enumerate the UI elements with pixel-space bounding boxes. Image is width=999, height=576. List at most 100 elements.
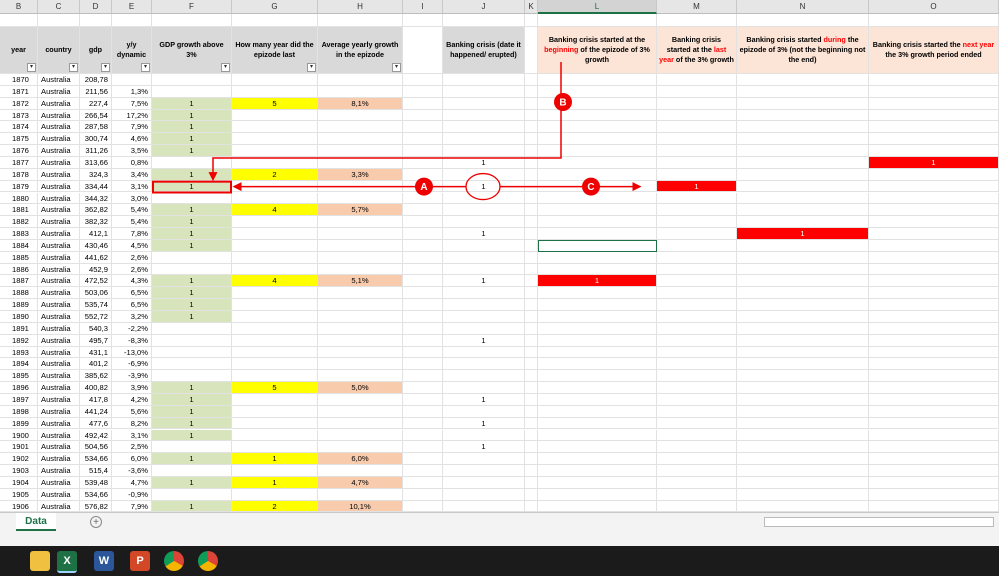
cell-g[interactable] [232, 488, 318, 501]
cell-n[interactable] [737, 192, 869, 205]
cell-l[interactable] [538, 74, 657, 86]
cell-gdp[interactable]: 552,72 [80, 311, 112, 323]
cell-blank[interactable] [403, 263, 443, 276]
cell-l[interactable] [538, 311, 657, 323]
cell-gdp[interactable]: 576,82 [80, 500, 112, 512]
cell-gdp[interactable]: 452,9 [80, 263, 112, 276]
cell-year[interactable]: 1897 [0, 393, 38, 406]
cell-year[interactable]: 1886 [0, 263, 38, 276]
cell-f[interactable] [152, 370, 232, 383]
cell-g[interactable] [232, 346, 318, 359]
cell-country[interactable]: Australia [38, 216, 80, 229]
column-header-d[interactable]: D [80, 0, 112, 14]
cell-blank[interactable] [403, 168, 443, 181]
cell-blank[interactable] [525, 27, 538, 74]
cell-o[interactable]: 1 [869, 156, 999, 169]
cell-h[interactable] [318, 346, 403, 359]
cell-h[interactable]: 5,0% [318, 382, 403, 394]
cell-h[interactable] [318, 334, 403, 347]
cell-blank[interactable] [403, 145, 443, 157]
cell-country[interactable]: Australia [38, 228, 80, 240]
cell-l[interactable] [538, 500, 657, 512]
cell-m[interactable] [657, 311, 737, 323]
cell-gdp[interactable]: 400,82 [80, 382, 112, 394]
cell-j[interactable] [443, 121, 525, 134]
cell-blank[interactable] [403, 251, 443, 264]
column-header-g[interactable]: G [232, 0, 318, 14]
cell-country[interactable]: Australia [38, 85, 80, 98]
cell-n[interactable] [737, 85, 869, 98]
cell-f[interactable] [152, 358, 232, 371]
cell-n[interactable] [737, 263, 869, 276]
cell-g[interactable] [232, 465, 318, 477]
cell-m[interactable] [657, 228, 737, 240]
cell-blank[interactable] [657, 14, 737, 27]
cell-j[interactable] [443, 405, 525, 418]
cell-blank[interactable] [38, 14, 80, 27]
cell-blank[interactable] [443, 14, 525, 27]
cell-n[interactable] [737, 145, 869, 157]
cell-h[interactable] [318, 441, 403, 454]
cell-o[interactable] [869, 382, 999, 394]
cell-o[interactable] [869, 275, 999, 288]
cell-country[interactable]: Australia [38, 476, 80, 489]
cell-g[interactable] [232, 441, 318, 454]
cell-country[interactable]: Australia [38, 133, 80, 146]
cell-yy[interactable]: 3,1% [112, 180, 152, 193]
cell-year[interactable]: 1890 [0, 311, 38, 323]
cell-year[interactable]: 1901 [0, 441, 38, 454]
cell-j[interactable]: 1 [443, 334, 525, 347]
cell-yy[interactable]: 2,6% [112, 251, 152, 264]
cell-j[interactable] [443, 109, 525, 122]
cell-m[interactable] [657, 346, 737, 359]
cell-m[interactable] [657, 465, 737, 477]
cell-o[interactable] [869, 204, 999, 217]
filter-dropdown-g[interactable]: ▾ [307, 63, 316, 72]
cell-blank[interactable] [538, 14, 657, 27]
cell-n[interactable] [737, 168, 869, 181]
cell-blank[interactable] [403, 216, 443, 229]
cell-l[interactable] [538, 287, 657, 300]
cell-h[interactable] [318, 405, 403, 418]
cell-year[interactable]: 1884 [0, 239, 38, 252]
horizontal-scrollbar[interactable] [764, 517, 994, 527]
cell-blank[interactable] [525, 370, 538, 383]
cell-f[interactable]: 1 [152, 216, 232, 229]
cell-gdp[interactable]: 287,58 [80, 121, 112, 134]
cell-blank[interactable] [525, 239, 538, 252]
cell-country[interactable]: Australia [38, 251, 80, 264]
cell-l[interactable] [538, 251, 657, 264]
cell-g[interactable]: 5 [232, 382, 318, 394]
cell-blank[interactable] [403, 441, 443, 454]
cell-n[interactable] [737, 109, 869, 122]
cell-m[interactable] [657, 192, 737, 205]
cell-g[interactable] [232, 228, 318, 240]
cell-g[interactable] [232, 251, 318, 264]
cell-h[interactable]: 3,3% [318, 168, 403, 181]
cell-o[interactable] [869, 263, 999, 276]
cell-country[interactable]: Australia [38, 121, 80, 134]
sheet-tab-data[interactable]: Data [16, 513, 56, 531]
cell-gdp[interactable]: 313,66 [80, 156, 112, 169]
cell-n[interactable] [737, 334, 869, 347]
cell-m[interactable] [657, 97, 737, 110]
cell-h[interactable] [318, 311, 403, 323]
cell-l[interactable] [538, 204, 657, 217]
cell-blank[interactable] [403, 27, 443, 74]
cell-year[interactable]: 1881 [0, 204, 38, 217]
cell-j[interactable] [443, 346, 525, 359]
cell-h[interactable] [318, 156, 403, 169]
cell-yy[interactable]: 3,9% [112, 382, 152, 394]
cell-blank[interactable] [403, 121, 443, 134]
cell-country[interactable]: Australia [38, 382, 80, 394]
cell-m[interactable] [657, 417, 737, 430]
cell-country[interactable]: Australia [38, 180, 80, 193]
cell-blank[interactable] [403, 346, 443, 359]
cell-year[interactable]: 1882 [0, 216, 38, 229]
cell-j[interactable] [443, 85, 525, 98]
cell-n[interactable] [737, 251, 869, 264]
cell-g[interactable] [232, 322, 318, 335]
cell-yy[interactable]: 4,6% [112, 133, 152, 146]
cell-j[interactable] [443, 74, 525, 86]
cell-country[interactable]: Australia [38, 239, 80, 252]
